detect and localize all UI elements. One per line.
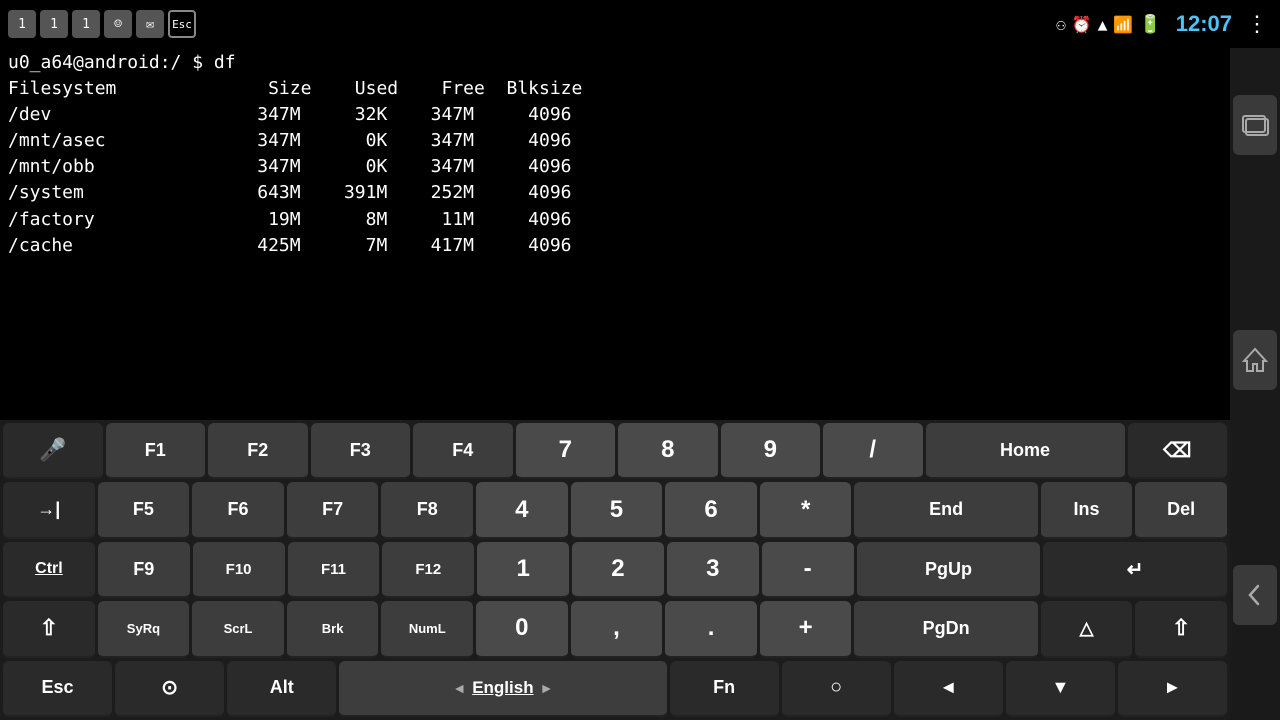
backspace-key[interactable]: ⌫ [1128, 423, 1228, 479]
back-nav-button[interactable] [1233, 565, 1277, 625]
f2-key[interactable]: F2 [208, 423, 308, 479]
minus-key[interactable]: - [762, 542, 854, 598]
num9-key[interactable]: 9 [721, 423, 821, 479]
terminal-row-system: /system 643M 391M 252M 4096 [8, 180, 1222, 206]
f6-key[interactable]: F6 [192, 482, 284, 538]
tab-key[interactable]: →| [3, 482, 95, 538]
back-icon [1242, 582, 1268, 608]
num6-key[interactable]: 6 [665, 482, 757, 538]
f4-key[interactable]: F4 [413, 423, 513, 479]
lang-right-arrow: ► [540, 680, 554, 696]
kb-row-1: 🎤 F1 F2 F3 F4 7 8 9 / Home ⌫ [3, 423, 1227, 479]
del-key[interactable]: Del [1135, 482, 1227, 538]
dot-key[interactable]: . [665, 601, 757, 657]
lang-key[interactable]: ◄ English ► [339, 661, 666, 717]
nav-down-key[interactable]: ▼ [1006, 661, 1115, 717]
terminal-row-cache: /cache 425M 7M 417M 4096 [8, 233, 1222, 259]
numl-key[interactable]: NumL [381, 601, 473, 657]
notif-2: 1 [40, 10, 68, 38]
num8-key[interactable]: 8 [618, 423, 718, 479]
enter-key[interactable]: ↵ [1043, 542, 1227, 598]
f12-key[interactable]: F12 [382, 542, 474, 598]
f11-key[interactable]: F11 [288, 542, 380, 598]
right-panel [1230, 0, 1280, 720]
terminal-header: Filesystem Size Used Free Blksize [8, 76, 1222, 102]
f10-key[interactable]: F10 [193, 542, 285, 598]
num5-key[interactable]: 5 [571, 482, 663, 538]
scrl-key[interactable]: ScrL [192, 601, 284, 657]
status-icons: ⚇ ⏰ ▲ 📶 🔋 12:07 ⋮ [1056, 11, 1268, 37]
notif-3: 1 [72, 10, 100, 38]
f1-key[interactable]: F1 [106, 423, 206, 479]
wifi-icon: ▲ [1098, 15, 1108, 34]
esc-key[interactable]: Esc [3, 661, 112, 717]
notification-icons: 1 1 1 ☺ ✉ Esc [0, 10, 196, 38]
kb-row-5: Esc ⊙ Alt ◄ English ► Fn ○ ◄ ▼ ► [3, 661, 1227, 717]
keyboard: 🎤 F1 F2 F3 F4 7 8 9 / Home ⌫ →| F5 F6 F7… [0, 420, 1230, 720]
num3-key[interactable]: 3 [667, 542, 759, 598]
plus-key[interactable]: + [760, 601, 852, 657]
nav-forward-key[interactable]: ► [1118, 661, 1227, 717]
window-switcher-button[interactable] [1233, 95, 1277, 155]
f3-key[interactable]: F3 [311, 423, 411, 479]
terminal-row-asec: /mnt/asec 347M 0K 347M 4096 [8, 128, 1222, 154]
fn-key[interactable]: Fn [670, 661, 779, 717]
ins-key[interactable]: Ins [1041, 482, 1133, 538]
num7-key[interactable]: 7 [516, 423, 616, 479]
f8-key[interactable]: F8 [381, 482, 473, 538]
terminal: u0_a64@android:/ $ df Filesystem Size Us… [0, 0, 1230, 420]
star-key[interactable]: * [760, 482, 852, 538]
clock: 12:07 [1176, 11, 1232, 37]
home-key[interactable]: Home [926, 423, 1125, 479]
battery-icon: 🔋 [1139, 14, 1161, 35]
sysrq-key[interactable]: SyRq [98, 601, 190, 657]
kb-row-2: →| F5 F6 F7 F8 4 5 6 * End Ins Del [3, 482, 1227, 538]
num2-key[interactable]: 2 [572, 542, 664, 598]
signal-icon: 📶 [1113, 15, 1133, 34]
kb-row-3: Ctrl F9 F10 F11 F12 1 2 3 - PgUp ↵ [3, 542, 1227, 598]
shift-key[interactable]: ⇧ [3, 601, 95, 657]
terminal-prompt: u0_a64@android:/ $ df [8, 50, 1222, 76]
alt-key[interactable]: Alt [227, 661, 336, 717]
home2-key[interactable]: ○ [782, 661, 891, 717]
brk-key[interactable]: Brk [287, 601, 379, 657]
ctrl-key[interactable]: Ctrl [3, 542, 95, 598]
pgup2-key[interactable]: △ [1041, 601, 1133, 657]
window-switcher-icon [1241, 114, 1269, 136]
status-bar: 1 1 1 ☺ ✉ Esc ⚇ ⏰ ▲ 📶 🔋 12:07 ⋮ [0, 0, 1280, 48]
comma-key[interactable]: , [571, 601, 663, 657]
pgup-key[interactable]: PgUp [857, 542, 1041, 598]
f5-key[interactable]: F5 [98, 482, 190, 538]
end-key[interactable]: End [854, 482, 1037, 538]
circle-key[interactable]: ⊙ [115, 661, 224, 717]
lang-text: English [472, 678, 533, 698]
f7-key[interactable]: F7 [287, 482, 379, 538]
slash-key[interactable]: / [823, 423, 923, 479]
alarm-icon: ⏰ [1072, 15, 1092, 34]
lang-label: ◄ English ► [452, 678, 553, 698]
terminal-row-obb: /mnt/obb 347M 0K 347M 4096 [8, 154, 1222, 180]
notif-1: 1 [8, 10, 36, 38]
notif-mail: ✉ [136, 10, 164, 38]
pgdn-key[interactable]: PgDn [854, 601, 1037, 657]
overflow-menu-icon[interactable]: ⋮ [1246, 12, 1268, 37]
notif-smiley: ☺ [104, 10, 132, 38]
terminal-row-dev: /dev 347M 32K 347M 4096 [8, 102, 1222, 128]
home-icon [1242, 347, 1268, 373]
shift2-key[interactable]: ⇧ [1135, 601, 1227, 657]
num1-key[interactable]: 1 [477, 542, 569, 598]
notif-esc: Esc [168, 10, 196, 38]
terminal-row-factory: /factory 19M 8M 11M 4096 [8, 207, 1222, 233]
num4-key[interactable]: 4 [476, 482, 568, 538]
mic-key[interactable]: 🎤 [3, 423, 103, 479]
nav-back-key[interactable]: ◄ [894, 661, 1003, 717]
bluetooth-icon: ⚇ [1056, 15, 1066, 34]
num0-key[interactable]: 0 [476, 601, 568, 657]
f9-key[interactable]: F9 [98, 542, 190, 598]
lang-left-arrow: ◄ [452, 680, 466, 696]
home-button[interactable] [1233, 330, 1277, 390]
kb-row-4: ⇧ SyRq ScrL Brk NumL 0 , . + PgDn △ ⇧ [3, 601, 1227, 657]
